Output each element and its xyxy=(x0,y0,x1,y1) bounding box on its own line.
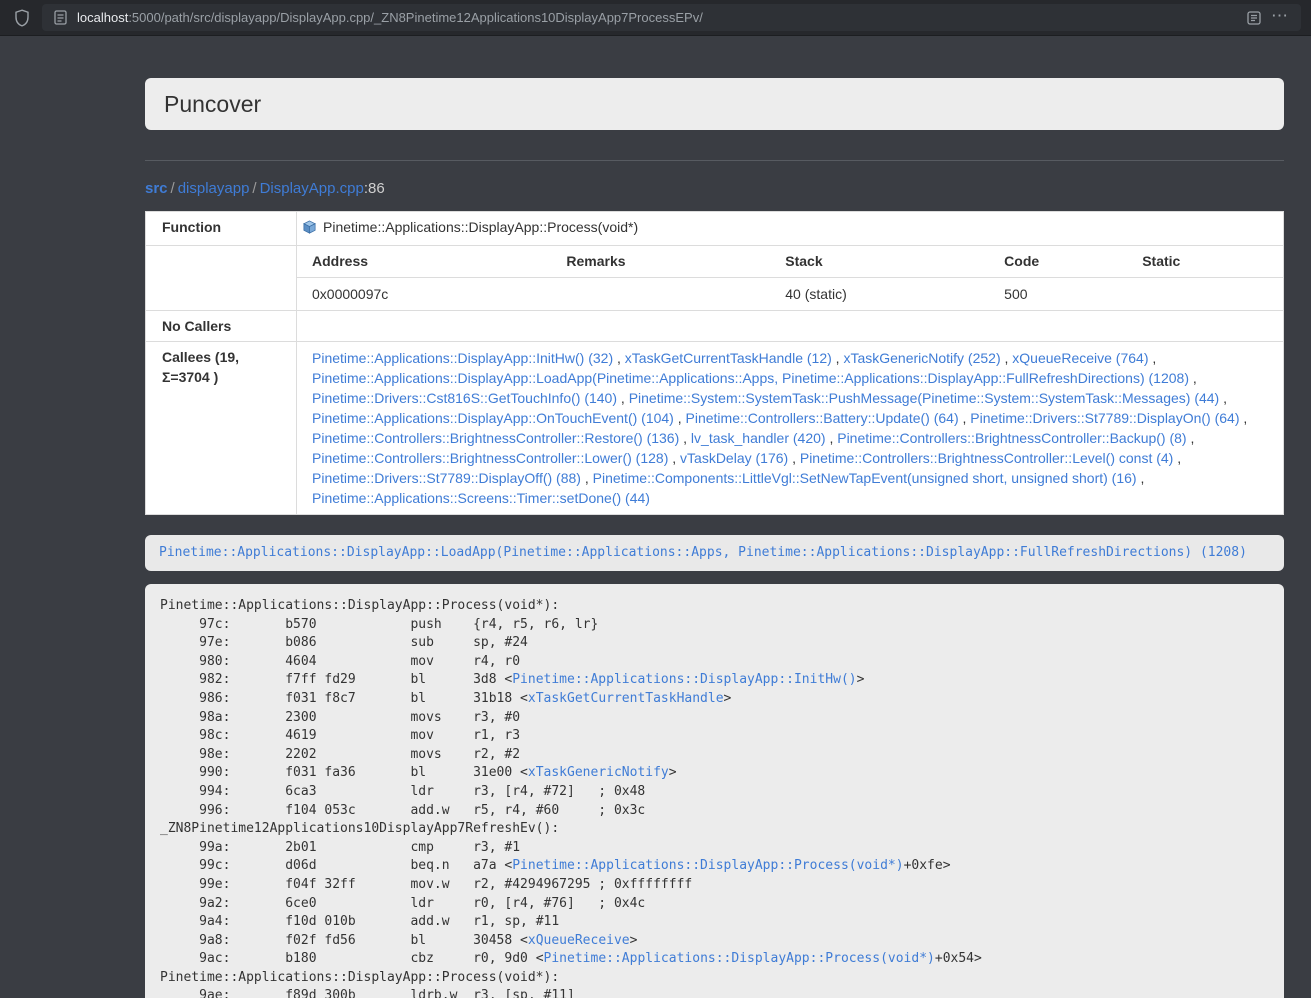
column-header-static: Static xyxy=(1127,246,1283,278)
breadcrumb-link-file[interactable]: DisplayApp.cpp xyxy=(260,180,364,197)
disassembly-symbol-link[interactable]: xTaskGetCurrentTaskHandle xyxy=(528,691,724,706)
code-value: 500 xyxy=(989,278,1127,311)
no-callers-cell xyxy=(297,311,1284,342)
metrics-header-row: Address Remarks Stack Code Static xyxy=(297,246,1283,278)
callees-label: Callees (19, Σ=3704 ) xyxy=(146,342,297,515)
url-path: :5000/path/src/displayapp/DisplayApp.cpp… xyxy=(128,10,703,25)
remarks-value xyxy=(551,278,770,311)
callee-separator: , xyxy=(1173,450,1181,466)
function-name-cell: Pinetime::Applications::DisplayApp::Proc… xyxy=(297,212,1284,246)
divider xyxy=(145,160,1284,161)
callee-link[interactable]: Pinetime::Controllers::BrightnessControl… xyxy=(837,430,1186,446)
method-icon xyxy=(302,220,317,240)
breadcrumb-link-displayapp[interactable]: displayapp xyxy=(178,180,250,197)
callee-separator: , xyxy=(617,390,629,406)
callee-link[interactable]: Pinetime::Controllers::BrightnessControl… xyxy=(312,430,679,446)
disassembly-symbol-link[interactable]: Pinetime::Applications::DisplayApp::Proc… xyxy=(544,951,935,966)
metrics-table: Address Remarks Stack Code Static 0x0000… xyxy=(297,246,1283,310)
callee-link[interactable]: Pinetime::Drivers::St7789::DisplayOff() … xyxy=(312,470,581,486)
static-value xyxy=(1127,278,1283,311)
function-name: Pinetime::Applications::DisplayApp::Proc… xyxy=(323,219,638,235)
url-text: localhost:5000/path/src/displayapp/Displ… xyxy=(77,10,1243,25)
callees-list: Pinetime::Applications::DisplayApp::Init… xyxy=(297,342,1284,515)
callee-link[interactable]: Pinetime::Controllers::BrightnessControl… xyxy=(312,450,668,466)
no-callers-label: No Callers xyxy=(146,311,297,342)
breadcrumb: src/displayapp/DisplayApp.cpp:86 xyxy=(145,178,1284,199)
metrics-value-row: 0x0000097c 40 (static) 500 xyxy=(297,278,1283,311)
caller-link[interactable]: Pinetime::Applications::DisplayApp::Load… xyxy=(159,545,1247,560)
app-title: Puncover xyxy=(164,91,261,118)
callee-link[interactable]: Pinetime::Controllers::Battery::Update()… xyxy=(686,410,959,426)
callee-link[interactable]: Pinetime::Applications::DisplayApp::Init… xyxy=(312,350,613,366)
function-row: Function Pinetime::Applications::Display… xyxy=(146,212,1284,246)
stack-value: 40 (static) xyxy=(770,278,989,311)
callee-link[interactable]: lv_task_handler (420) xyxy=(691,430,826,446)
callee-separator: , xyxy=(1219,390,1227,406)
disassembly-symbol-link[interactable]: xTaskGenericNotify xyxy=(528,765,669,780)
callee-separator: , xyxy=(1240,410,1248,426)
callees-row: Callees (19, Σ=3704 ) Pinetime::Applicat… xyxy=(146,342,1284,515)
column-header-code: Code xyxy=(989,246,1127,278)
callee-separator: , xyxy=(959,410,971,426)
column-header-address: Address xyxy=(297,246,551,278)
line-number: :86 xyxy=(364,180,385,197)
callee-link[interactable]: vTaskDelay (176) xyxy=(680,450,788,466)
shield-icon[interactable] xyxy=(10,9,34,27)
page-content: Puncover src/displayapp/DisplayApp.cpp:8… xyxy=(0,78,1311,998)
breadcrumb-separator: / xyxy=(249,180,259,197)
callee-link[interactable]: Pinetime::Applications::DisplayApp::Load… xyxy=(312,370,1189,386)
callee-link[interactable]: Pinetime::Applications::DisplayApp::OnTo… xyxy=(312,410,674,426)
browser-toolbar: localhost:5000/path/src/displayapp/Displ… xyxy=(0,0,1311,36)
callee-link[interactable]: Pinetime::Controllers::BrightnessControl… xyxy=(800,450,1173,466)
main-container: Puncover src/displayapp/DisplayApp.cpp:8… xyxy=(145,78,1284,998)
callee-separator: , xyxy=(1148,350,1156,366)
reader-mode-icon[interactable] xyxy=(1243,11,1265,25)
disassembly-symbol-link[interactable]: xQueueReceive xyxy=(528,933,630,948)
callee-separator: , xyxy=(674,410,686,426)
callee-link[interactable]: xQueueReceive (764) xyxy=(1012,350,1148,366)
function-table: Function Pinetime::Applications::Display… xyxy=(145,211,1284,515)
callee-separator: , xyxy=(826,430,838,446)
disassembly-symbol-link[interactable]: Pinetime::Applications::DisplayApp::Proc… xyxy=(512,858,903,873)
column-header-remarks: Remarks xyxy=(551,246,770,278)
callee-separator: , xyxy=(668,450,680,466)
callee-separator: , xyxy=(679,430,691,446)
caller-panel-heading: Pinetime::Applications::DisplayApp::Load… xyxy=(145,535,1284,571)
callee-separator: , xyxy=(1137,470,1145,486)
metrics-cell: Address Remarks Stack Code Static 0x0000… xyxy=(297,246,1284,311)
callee-separator: , xyxy=(613,350,625,366)
callee-separator: , xyxy=(1189,370,1197,386)
breadcrumb-separator: / xyxy=(168,180,178,197)
callee-link[interactable]: Pinetime::Drivers::Cst816S::GetTouchInfo… xyxy=(312,390,617,406)
callee-separator: , xyxy=(832,350,844,366)
callee-separator: , xyxy=(1001,350,1013,366)
column-header-stack: Stack xyxy=(770,246,989,278)
page-info-icon[interactable] xyxy=(50,10,71,25)
callee-link[interactable]: Pinetime::Components::LittleVgl::SetNewT… xyxy=(593,470,1137,486)
callee-separator: , xyxy=(788,450,800,466)
url-bar[interactable]: localhost:5000/path/src/displayapp/Displ… xyxy=(42,4,1301,31)
empty-label-cell xyxy=(146,246,297,311)
disassembly-symbol-link[interactable]: Pinetime::Applications::DisplayApp::Init… xyxy=(512,672,856,687)
callee-link[interactable]: Pinetime::System::SystemTask::PushMessag… xyxy=(629,390,1220,406)
url-host: localhost xyxy=(77,10,128,25)
function-label: Function xyxy=(146,212,297,246)
callee-separator: , xyxy=(581,470,593,486)
address-value: 0x0000097c xyxy=(297,278,551,311)
callee-link[interactable]: Pinetime::Applications::Screens::Timer::… xyxy=(312,490,650,506)
disassembly-code: Pinetime::Applications::DisplayApp::Proc… xyxy=(145,584,1284,998)
metrics-row: Address Remarks Stack Code Static 0x0000… xyxy=(146,246,1284,311)
breadcrumb-link-src[interactable]: src xyxy=(145,180,168,197)
callee-link[interactable]: xTaskGenericNotify (252) xyxy=(843,350,1000,366)
callee-separator: , xyxy=(1187,430,1195,446)
callee-link[interactable]: xTaskGetCurrentTaskHandle (12) xyxy=(625,350,832,366)
callee-link[interactable]: Pinetime::Drivers::St7789::DisplayOn() (… xyxy=(970,410,1239,426)
page-actions-menu-icon[interactable]: ⋯ xyxy=(1265,7,1293,28)
no-callers-row: No Callers xyxy=(146,311,1284,342)
app-header-panel: Puncover xyxy=(145,78,1284,130)
